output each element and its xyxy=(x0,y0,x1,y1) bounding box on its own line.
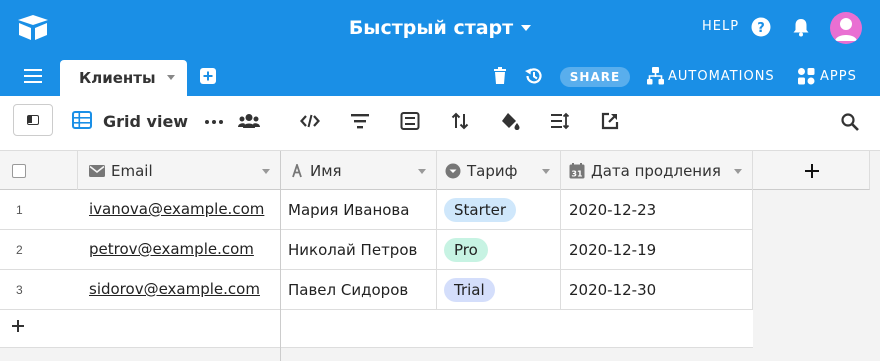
plan-badge: Pro xyxy=(444,238,488,262)
sort-icon[interactable] xyxy=(450,111,470,131)
bell-icon[interactable] xyxy=(790,16,812,38)
column-header-name[interactable]: Имя xyxy=(281,151,437,190)
text-field-icon xyxy=(292,163,302,177)
apps-icon xyxy=(798,68,815,85)
name-cell[interactable]: Мария Иванова xyxy=(281,190,437,230)
tab-clients[interactable]: Клиенты xyxy=(60,60,187,96)
grid-primary-pane: Email 1 ivanova@example.com 2 petrov@exa… xyxy=(0,151,281,361)
add-row-area[interactable] xyxy=(281,310,753,348)
row-number: 2 xyxy=(16,243,23,257)
name-value: Николай Петров xyxy=(288,241,418,259)
renewal-cell[interactable]: 2020-12-19 xyxy=(561,230,753,270)
share-view-icon[interactable] xyxy=(600,111,620,131)
chevron-down-icon[interactable] xyxy=(521,25,532,31)
help-link[interactable]: HELP xyxy=(702,19,739,34)
collaborators-icon[interactable] xyxy=(238,113,260,129)
user-icon xyxy=(835,18,857,41)
view-toolbar: Grid view xyxy=(0,96,880,151)
avatar[interactable] xyxy=(830,12,862,44)
tab-label: Клиенты xyxy=(79,69,156,87)
base-title-area: Быстрый старт xyxy=(0,0,880,56)
renewal-date: 2020-12-19 xyxy=(569,241,657,259)
color-icon[interactable] xyxy=(500,111,520,131)
table-row[interactable]: Николай Петров Pro 2020-12-19 xyxy=(281,230,753,270)
plan-badge: Trial xyxy=(444,278,495,302)
grid-fields-pane: Имя Тариф 31 Дата продления Мария Иванов… xyxy=(281,151,880,361)
data-grid: Email 1 ivanova@example.com 2 petrov@exa… xyxy=(0,151,880,361)
trash-icon[interactable] xyxy=(492,67,508,85)
name-value: Павел Сидоров xyxy=(288,281,409,299)
share-button[interactable]: SHARE xyxy=(560,67,630,87)
table-row[interactable]: 3 sidorov@example.com xyxy=(0,270,280,310)
plan-badge: Starter xyxy=(444,198,517,222)
add-table-icon[interactable] xyxy=(200,68,216,84)
plan-cell[interactable]: Trial xyxy=(437,270,561,310)
column-header-plan[interactable]: Тариф xyxy=(437,151,561,190)
search-icon[interactable] xyxy=(840,112,860,132)
email-icon xyxy=(89,164,105,177)
name-cell[interactable]: Павел Сидоров xyxy=(281,270,437,310)
svg-text:?: ? xyxy=(757,21,765,36)
svg-text:31: 31 xyxy=(571,169,583,178)
view-name[interactable]: Grid view xyxy=(103,112,188,131)
column-label: Тариф xyxy=(467,161,518,180)
automations-button[interactable]: AUTOMATIONS xyxy=(647,66,775,86)
plan-cell[interactable]: Pro xyxy=(437,230,561,270)
row-number: 3 xyxy=(16,283,23,297)
base-title[interactable]: Быстрый старт xyxy=(349,17,513,39)
more-icon[interactable] xyxy=(205,120,223,124)
column-label: Email xyxy=(111,161,153,180)
automations-icon xyxy=(647,67,664,85)
table-row[interactable]: 1 ivanova@example.com xyxy=(0,190,280,230)
table-row[interactable]: Павел Сидоров Trial 2020-12-30 xyxy=(281,270,753,310)
email-link[interactable]: ivanova@example.com xyxy=(89,200,264,218)
apps-label: APPS xyxy=(820,68,857,84)
email-link[interactable]: sidorov@example.com xyxy=(89,280,260,298)
chevron-down-icon[interactable] xyxy=(418,169,426,174)
plus-icon xyxy=(805,164,819,178)
name-cell[interactable]: Николай Петров xyxy=(281,230,437,270)
column-label: Дата продления xyxy=(591,161,721,180)
top-bar: Быстрый старт HELP ? xyxy=(0,0,880,56)
plan-cell[interactable]: Starter xyxy=(437,190,561,230)
add-row-button[interactable] xyxy=(0,310,280,348)
group-icon[interactable] xyxy=(400,111,420,131)
chevron-down-icon[interactable] xyxy=(734,169,742,174)
column-header-email[interactable]: Email xyxy=(78,151,280,190)
chevron-down-icon[interactable] xyxy=(167,75,175,80)
calendar-icon: 31 xyxy=(569,162,585,178)
automations-label: AUTOMATIONS xyxy=(668,68,775,84)
code-icon[interactable] xyxy=(300,111,320,131)
history-icon[interactable] xyxy=(524,66,544,86)
renewal-date: 2020-12-23 xyxy=(569,201,657,219)
column-header-renewal[interactable]: 31 Дата продления xyxy=(561,151,753,190)
column-label: Имя xyxy=(310,161,342,180)
chevron-down-icon[interactable] xyxy=(542,169,550,174)
sidebar-icon xyxy=(27,115,39,125)
table-tab-bar: Клиенты SHARE AUTOMATIONS APPS xyxy=(0,56,880,96)
help-icon[interactable]: ? xyxy=(751,17,771,37)
row-height-icon[interactable] xyxy=(550,111,570,131)
apps-button[interactable]: APPS xyxy=(797,66,857,86)
chevron-down-icon[interactable] xyxy=(262,169,270,174)
grid-header-left: Email xyxy=(0,151,280,190)
sidebar-toggle-button[interactable] xyxy=(13,104,53,136)
add-field-button[interactable] xyxy=(753,151,870,190)
select-all-cell xyxy=(0,151,78,190)
renewal-cell[interactable]: 2020-12-23 xyxy=(561,190,753,230)
single-select-icon xyxy=(445,163,461,178)
grid-header-right: Имя Тариф 31 Дата продления xyxy=(281,151,753,190)
plus-icon xyxy=(12,320,24,332)
renewal-cell[interactable]: 2020-12-30 xyxy=(561,270,753,310)
select-all-checkbox[interactable] xyxy=(12,164,26,178)
email-link[interactable]: petrov@example.com xyxy=(89,240,254,258)
renewal-date: 2020-12-30 xyxy=(569,281,657,299)
grid-view-icon[interactable] xyxy=(72,111,92,129)
row-number: 1 xyxy=(16,203,23,217)
menu-icon[interactable] xyxy=(24,69,42,83)
table-row[interactable]: 2 petrov@example.com xyxy=(0,230,280,270)
name-value: Мария Иванова xyxy=(288,201,410,219)
filter-icon[interactable] xyxy=(350,111,370,131)
table-row[interactable]: Мария Иванова Starter 2020-12-23 xyxy=(281,190,753,230)
